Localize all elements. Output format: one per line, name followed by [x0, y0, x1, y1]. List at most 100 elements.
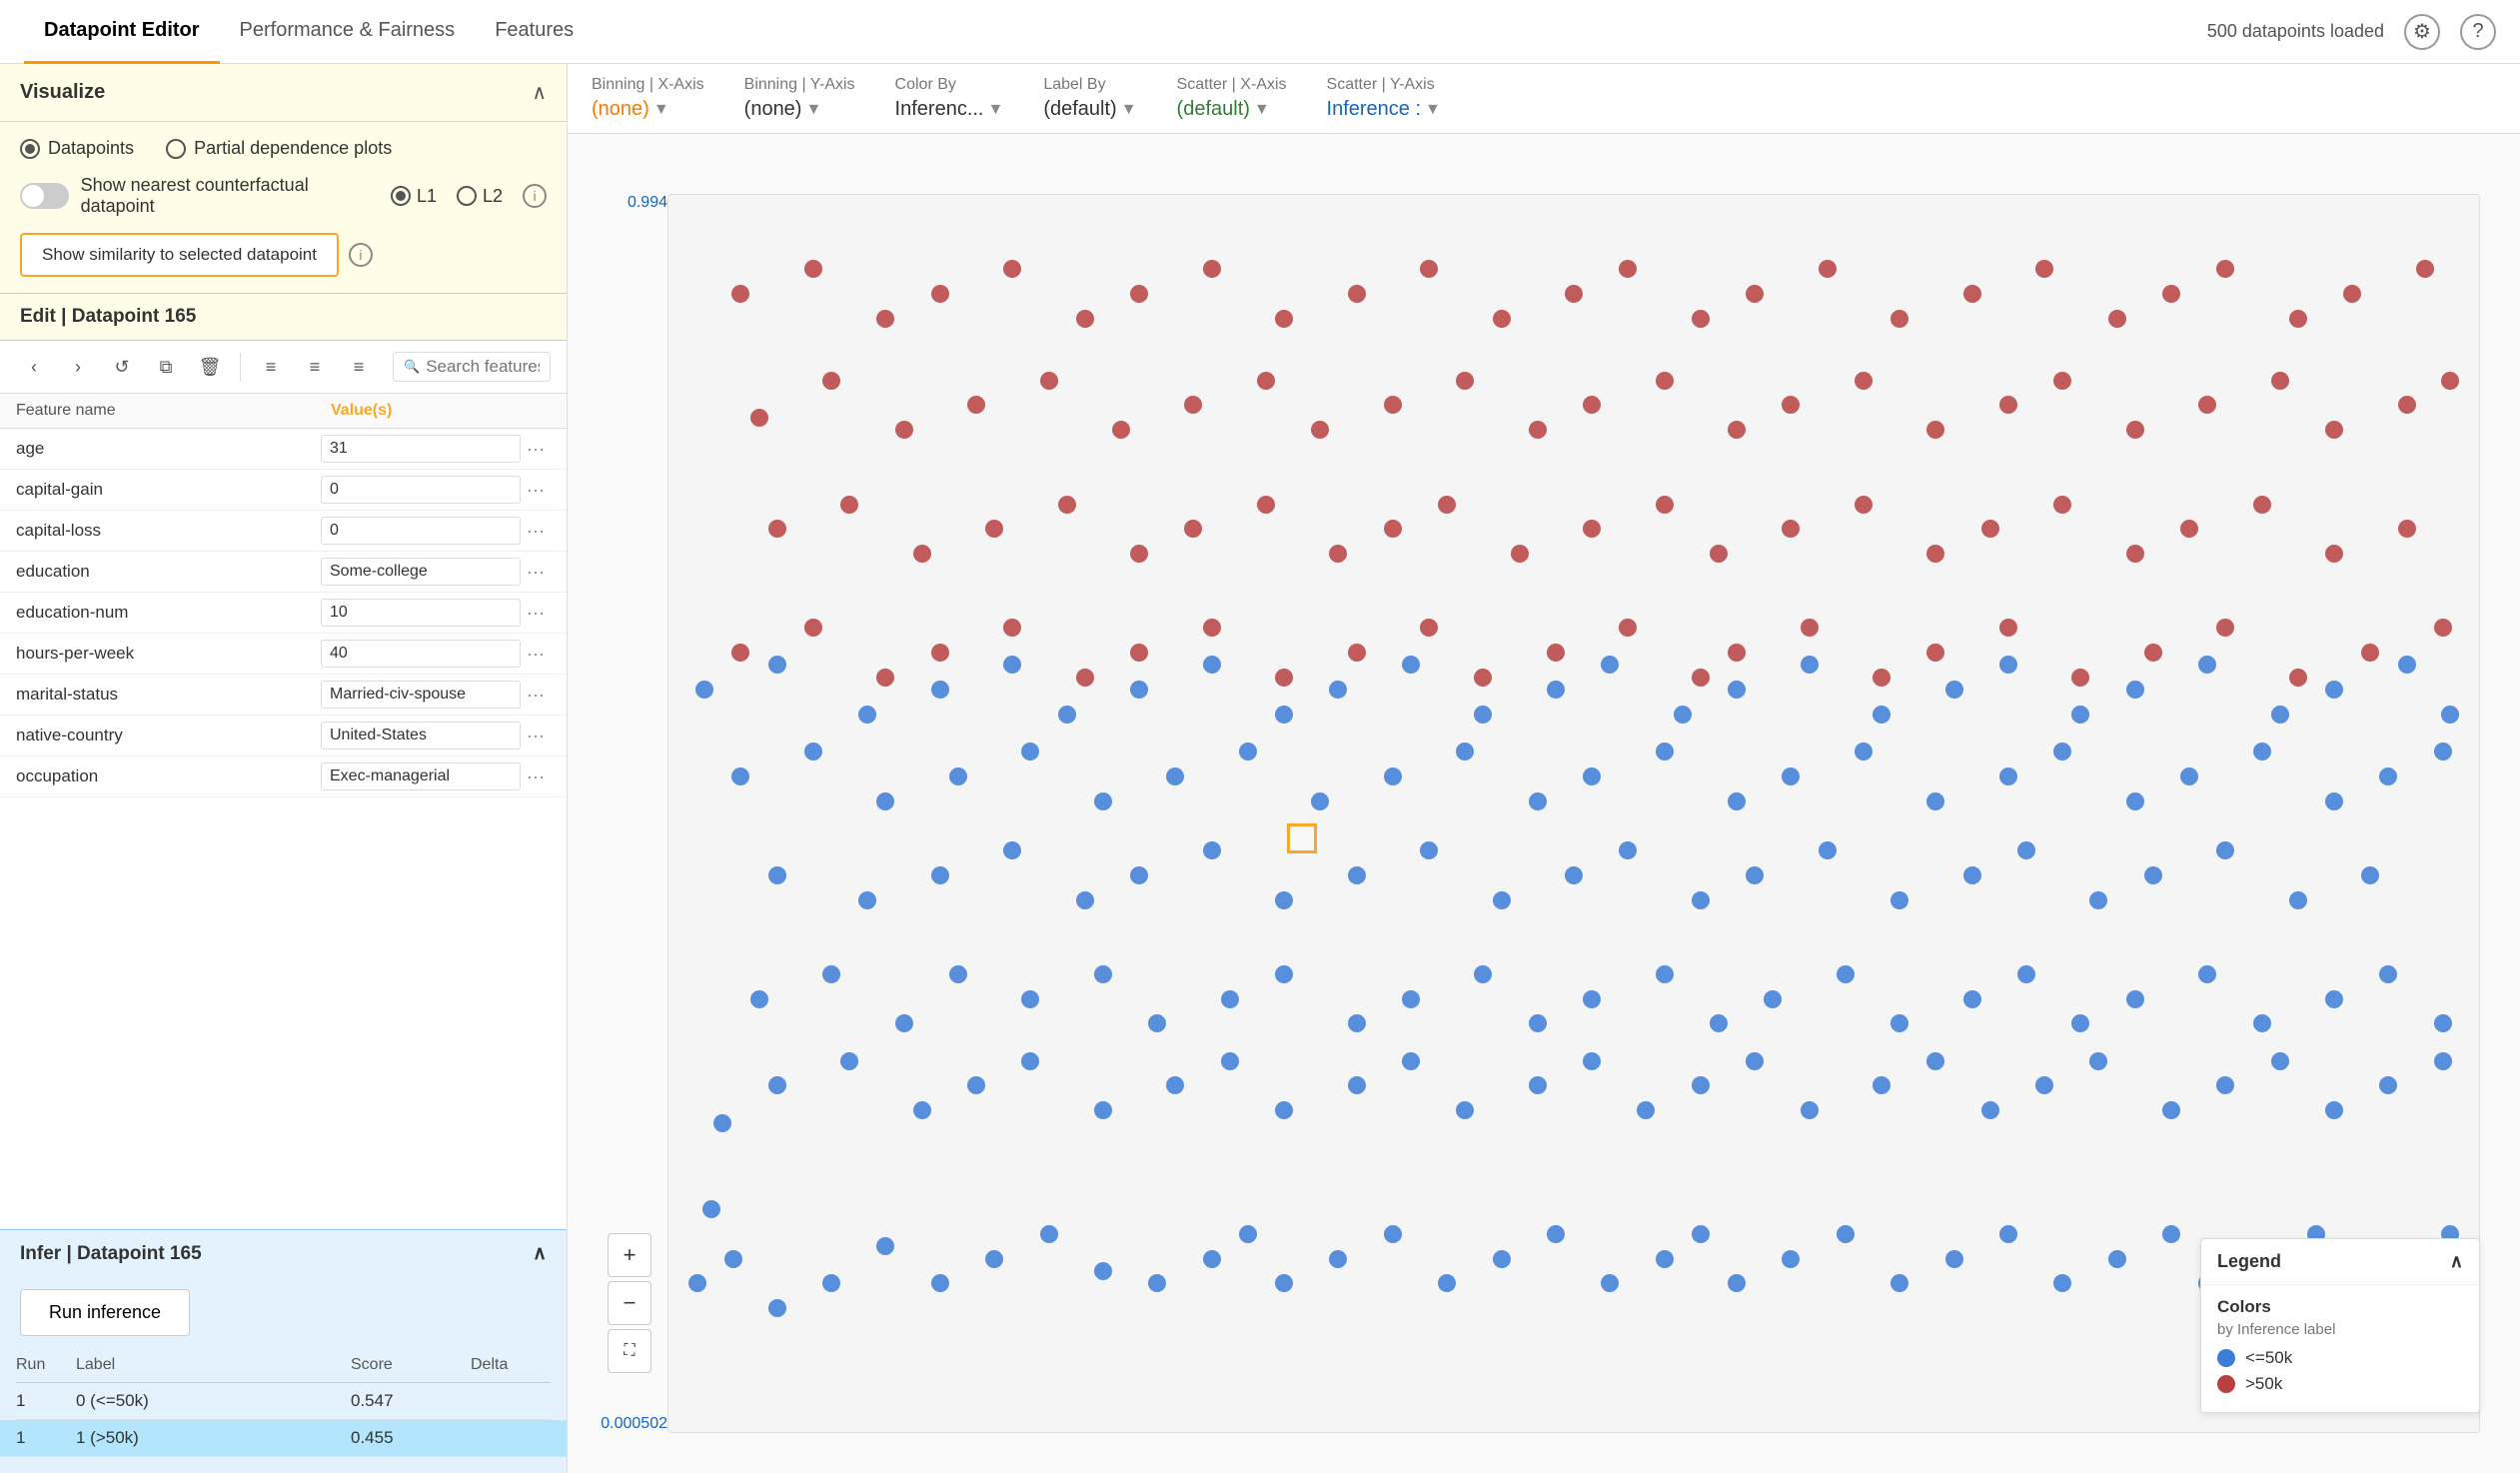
feature-value-input[interactable]	[321, 762, 521, 790]
scatter-dot-blue[interactable]	[1801, 656, 1819, 674]
scatter-dot-blue[interactable]	[1890, 1014, 1908, 1032]
scatter-dot-blue[interactable]	[840, 1052, 858, 1070]
scatter-dot-red[interactable]	[2343, 285, 2361, 303]
scatter-dot-red[interactable]	[1257, 372, 1275, 390]
scatter-dot-blue[interactable]	[895, 1014, 913, 1032]
scatter-dot-red[interactable]	[804, 260, 822, 278]
scatter-dot-red[interactable]	[1710, 545, 1728, 563]
scatter-dot-red[interactable]	[931, 285, 949, 303]
scatter-dot-blue[interactable]	[1384, 1225, 1402, 1243]
scatter-dot-red[interactable]	[876, 310, 894, 328]
scatter-dot-blue[interactable]	[1583, 767, 1601, 785]
scatter-dot-blue[interactable]	[1801, 1101, 1819, 1119]
tab-performance-fairness[interactable]: Performance & Fairness	[220, 0, 476, 64]
scatter-dot-red[interactable]	[2398, 396, 2416, 414]
history-btn[interactable]: ↺	[104, 349, 140, 385]
scatter-dot-blue[interactable]	[1076, 891, 1094, 909]
visualize-collapse-btn[interactable]: ∧	[532, 80, 547, 105]
radio-l1[interactable]: L1	[391, 186, 437, 207]
scatter-dot-red[interactable]	[1782, 396, 1800, 414]
scatter-dot-red[interactable]	[1130, 285, 1148, 303]
scatter-dot-blue[interactable]	[1021, 742, 1039, 760]
label-by-value[interactable]: (default) ▼	[1043, 98, 1136, 121]
scatter-dot-blue[interactable]	[1837, 965, 1855, 983]
scatter-dot-blue[interactable]	[695, 681, 713, 699]
next-datapoint-btn[interactable]: ›	[60, 349, 96, 385]
scatter-dot-red[interactable]	[1456, 372, 1474, 390]
scatter-dot-red[interactable]	[1583, 520, 1601, 538]
scatter-dot-blue[interactable]	[1348, 1076, 1366, 1094]
scatter-dot-blue[interactable]	[2089, 891, 2107, 909]
scatter-dot-red[interactable]	[2416, 260, 2434, 278]
scatter-dot-red[interactable]	[2053, 372, 2071, 390]
scatter-dot-red[interactable]	[768, 520, 786, 538]
scatter-dot-blue[interactable]	[1275, 706, 1293, 724]
scatter-dot-red[interactable]	[1890, 310, 1908, 328]
scatter-dot-blue[interactable]	[1329, 1250, 1347, 1268]
scatter-dot-blue[interactable]	[2071, 706, 2089, 724]
scatter-dot-blue[interactable]	[1275, 965, 1293, 983]
scatter-dot-red[interactable]	[2126, 545, 2144, 563]
feature-value-input[interactable]	[321, 640, 521, 668]
scatter-dot-blue[interactable]	[2325, 792, 2343, 810]
scatter-dot-blue[interactable]	[1529, 1076, 1547, 1094]
scatter-dot-blue[interactable]	[2379, 965, 2397, 983]
duplicate-btn[interactable]: ⧉	[148, 349, 184, 385]
scatter-dot-blue[interactable]	[1619, 841, 1637, 859]
scatter-dot-blue[interactable]	[2071, 1014, 2089, 1032]
scatter-dot-red[interactable]	[1329, 545, 1347, 563]
scatter-dot-red[interactable]	[2162, 285, 2180, 303]
tab-features[interactable]: Features	[475, 0, 594, 64]
scatter-dot-red[interactable]	[931, 644, 949, 662]
scatter-dot-blue[interactable]	[931, 1274, 949, 1292]
feature-value-input[interactable]	[321, 681, 521, 709]
scatter-dot-red[interactable]	[1656, 372, 1674, 390]
scatter-dot-blue[interactable]	[2271, 1052, 2289, 1070]
scatter-dot-red[interactable]	[1493, 310, 1511, 328]
scatter-dot-red[interactable]	[1511, 545, 1529, 563]
scatter-dot-blue[interactable]	[1148, 1274, 1166, 1292]
scatter-dot-blue[interactable]	[1746, 1052, 1764, 1070]
scatter-dot-blue[interactable]	[2253, 742, 2271, 760]
scatter-dot-blue[interactable]	[1692, 1225, 1710, 1243]
scatter-dot-blue[interactable]	[713, 1114, 731, 1132]
scatter-dot-red[interactable]	[1384, 396, 1402, 414]
feature-value-input[interactable]	[321, 476, 521, 504]
feature-more-btn[interactable]: ···	[521, 685, 551, 706]
scatter-dot-blue[interactable]	[1275, 1101, 1293, 1119]
scatter-dot-blue[interactable]	[2379, 767, 2397, 785]
scatter-dot-red[interactable]	[1112, 421, 1130, 439]
scatter-dot-red[interactable]	[1565, 285, 1583, 303]
scatter-dot-blue[interactable]	[1583, 1052, 1601, 1070]
scatter-dot-blue[interactable]	[1782, 767, 1800, 785]
scatter-dot-red[interactable]	[1801, 619, 1819, 637]
scatter-dot-blue[interactable]	[1058, 706, 1076, 724]
settings-icon[interactable]: ⚙	[2404, 14, 2440, 50]
scatter-dot-red[interactable]	[2198, 396, 2216, 414]
scatter-dot-blue[interactable]	[1456, 742, 1474, 760]
scatter-dot-red[interactable]	[2441, 372, 2459, 390]
scatter-dot-blue[interactable]	[2325, 681, 2343, 699]
scatter-dot-blue[interactable]	[1384, 767, 1402, 785]
feature-more-btn[interactable]: ···	[521, 766, 551, 787]
scatter-dot-red[interactable]	[1348, 285, 1366, 303]
scatter-dot-blue[interactable]	[858, 706, 876, 724]
scatter-dot-blue[interactable]	[768, 656, 786, 674]
scatter-dot-red[interactable]	[1963, 285, 1981, 303]
scatter-dot-blue[interactable]	[768, 1076, 786, 1094]
scatter-dot-blue[interactable]	[1348, 866, 1366, 884]
scatter-dot-red[interactable]	[1003, 260, 1021, 278]
scatter-dot-blue[interactable]	[1873, 1076, 1890, 1094]
scatter-dot-blue[interactable]	[2198, 965, 2216, 983]
scatter-dot-red[interactable]	[2289, 310, 2307, 328]
scatter-dot-blue[interactable]	[931, 681, 949, 699]
scatter-dot-red[interactable]	[1130, 545, 1148, 563]
scatter-dot-blue[interactable]	[768, 1299, 786, 1317]
scatter-dot-blue[interactable]	[750, 990, 768, 1008]
scatter-dot-blue[interactable]	[1529, 1014, 1547, 1032]
scatter-dot-red[interactable]	[2053, 496, 2071, 514]
tab-datapoint-editor[interactable]: Datapoint Editor	[24, 0, 220, 64]
scatter-dot-red[interactable]	[2289, 669, 2307, 687]
scatter-dot-blue[interactable]	[967, 1076, 985, 1094]
scatter-dot-blue[interactable]	[822, 965, 840, 983]
